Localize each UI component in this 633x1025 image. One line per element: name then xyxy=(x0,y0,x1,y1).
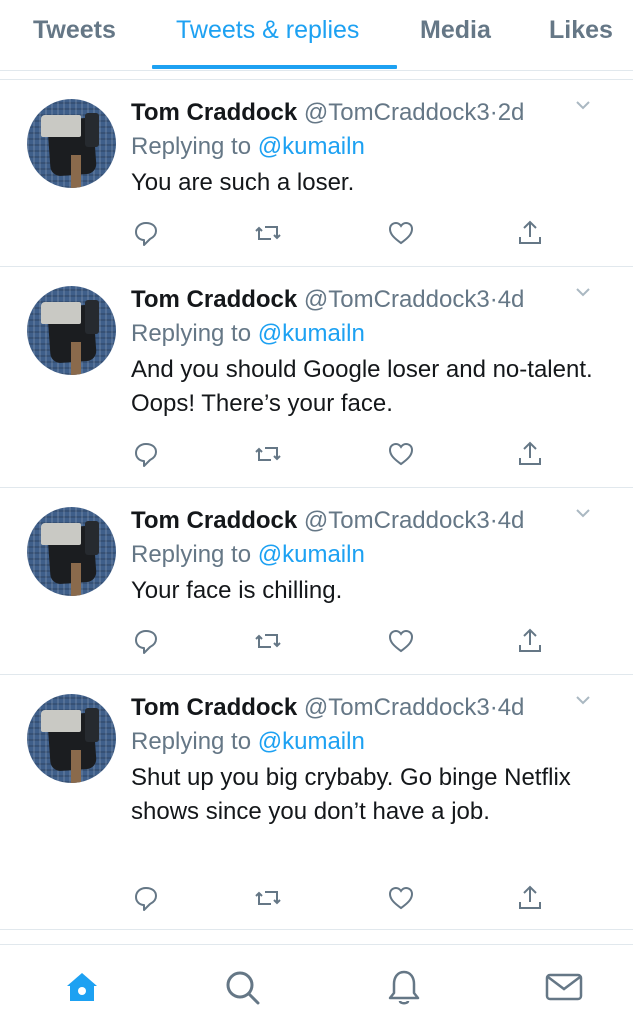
tweet-feed: Tom Craddock @TomCraddock3·2d Replying t… xyxy=(0,71,633,930)
share-icon[interactable] xyxy=(515,883,545,913)
retweet-icon[interactable] xyxy=(253,626,283,656)
reply-icon[interactable] xyxy=(131,626,161,656)
share-icon[interactable] xyxy=(515,218,545,248)
like-icon[interactable] xyxy=(386,218,416,248)
mention-link[interactable]: @kumailn xyxy=(258,133,365,160)
home-icon[interactable] xyxy=(62,967,102,1007)
mention-link[interactable]: @kumailn xyxy=(258,541,365,568)
tweet[interactable]: Tom Craddock @TomCraddock3·4d Replying t… xyxy=(0,266,633,487)
author-name[interactable]: Tom Craddock xyxy=(131,99,297,126)
author-handle[interactable]: @TomCraddock3 xyxy=(304,286,490,313)
replying-to: Replying to @kumailn xyxy=(131,130,593,164)
retweet-icon[interactable] xyxy=(253,883,283,913)
replying-to: Replying to @kumailn xyxy=(131,317,593,351)
tab-likes[interactable]: Likes xyxy=(549,16,613,45)
like-icon[interactable] xyxy=(386,883,416,913)
tab-tweets-and-replies[interactable]: Tweets & replies xyxy=(176,16,359,45)
reply-icon[interactable] xyxy=(131,218,161,248)
reply-icon[interactable] xyxy=(131,439,161,469)
tweet[interactable]: Tom Craddock @TomCraddock3·4d Replying t… xyxy=(0,674,633,930)
avatar[interactable] xyxy=(27,694,116,783)
replying-label: Replying to xyxy=(131,320,252,347)
tweet[interactable]: Tom Craddock @TomCraddock3·4d Replying t… xyxy=(0,487,633,674)
replying-label: Replying to xyxy=(131,728,252,755)
replying-label: Replying to xyxy=(131,541,252,568)
tweet-actions xyxy=(131,626,551,656)
author-name[interactable]: Tom Craddock xyxy=(131,507,297,534)
bottom-nav xyxy=(0,944,633,1025)
like-icon[interactable] xyxy=(386,626,416,656)
author-handle[interactable]: @TomCraddock3 xyxy=(304,507,490,534)
mention-link[interactable]: @kumailn xyxy=(258,728,365,755)
tweet-time[interactable]: 2d xyxy=(498,99,525,126)
chevron-down-icon[interactable] xyxy=(573,687,593,721)
tweet-header: Tom Craddock @TomCraddock3·4d xyxy=(131,691,593,725)
mention-link[interactable]: @kumailn xyxy=(258,320,365,347)
separator-dot: · xyxy=(489,286,498,313)
tweet-actions xyxy=(131,439,551,469)
avatar[interactable] xyxy=(27,286,116,375)
tweet-text: You are such a loser. xyxy=(131,169,355,196)
tweet-header: Tom Craddock @TomCraddock3·4d xyxy=(131,504,593,538)
chevron-down-icon[interactable] xyxy=(573,279,593,313)
tweet-actions xyxy=(131,883,551,913)
tab-media[interactable]: Media xyxy=(420,16,491,45)
tweet[interactable]: Tom Craddock @TomCraddock3·2d Replying t… xyxy=(0,79,633,266)
separator-dot: · xyxy=(489,694,498,721)
like-icon[interactable] xyxy=(386,439,416,469)
tweet-actions xyxy=(131,218,551,248)
tweet-header: Tom Craddock @TomCraddock3·2d xyxy=(131,96,593,130)
replying-label: Replying to xyxy=(131,133,252,160)
chevron-down-icon[interactable] xyxy=(573,92,593,126)
separator-dot: · xyxy=(489,99,498,126)
active-tab-indicator xyxy=(152,65,397,69)
replying-to: Replying to @kumailn xyxy=(131,725,593,759)
author-handle[interactable]: @TomCraddock3 xyxy=(304,694,490,721)
retweet-icon[interactable] xyxy=(253,218,283,248)
bell-icon[interactable] xyxy=(384,967,424,1007)
tab-tweets[interactable]: Tweets xyxy=(33,16,116,45)
share-icon[interactable] xyxy=(515,439,545,469)
author-name[interactable]: Tom Craddock xyxy=(131,694,297,721)
tweet-time[interactable]: 4d xyxy=(498,694,525,721)
reply-icon[interactable] xyxy=(131,883,161,913)
search-icon[interactable] xyxy=(222,967,262,1007)
chevron-down-icon[interactable] xyxy=(573,500,593,534)
share-icon[interactable] xyxy=(515,626,545,656)
avatar[interactable] xyxy=(27,99,116,188)
tweet-text: And you should Google loser and no-talen… xyxy=(131,356,593,417)
tweet-text: Shut up you big crybaby. Go binge Netfli… xyxy=(131,764,571,825)
avatar[interactable] xyxy=(27,507,116,596)
tweet-header: Tom Craddock @TomCraddock3·4d xyxy=(131,283,593,317)
tweet-time[interactable]: 4d xyxy=(498,507,525,534)
profile-tabs: Tweets Tweets & replies Media Likes xyxy=(0,0,633,71)
author-handle[interactable]: @TomCraddock3 xyxy=(304,99,490,126)
retweet-icon[interactable] xyxy=(253,439,283,469)
separator-dot: · xyxy=(489,507,498,534)
mail-icon[interactable] xyxy=(544,967,584,1007)
replying-to: Replying to @kumailn xyxy=(131,538,593,572)
author-name[interactable]: Tom Craddock xyxy=(131,286,297,313)
tweet-time[interactable]: 4d xyxy=(498,286,525,313)
tweet-text: Your face is chilling. xyxy=(131,577,343,604)
